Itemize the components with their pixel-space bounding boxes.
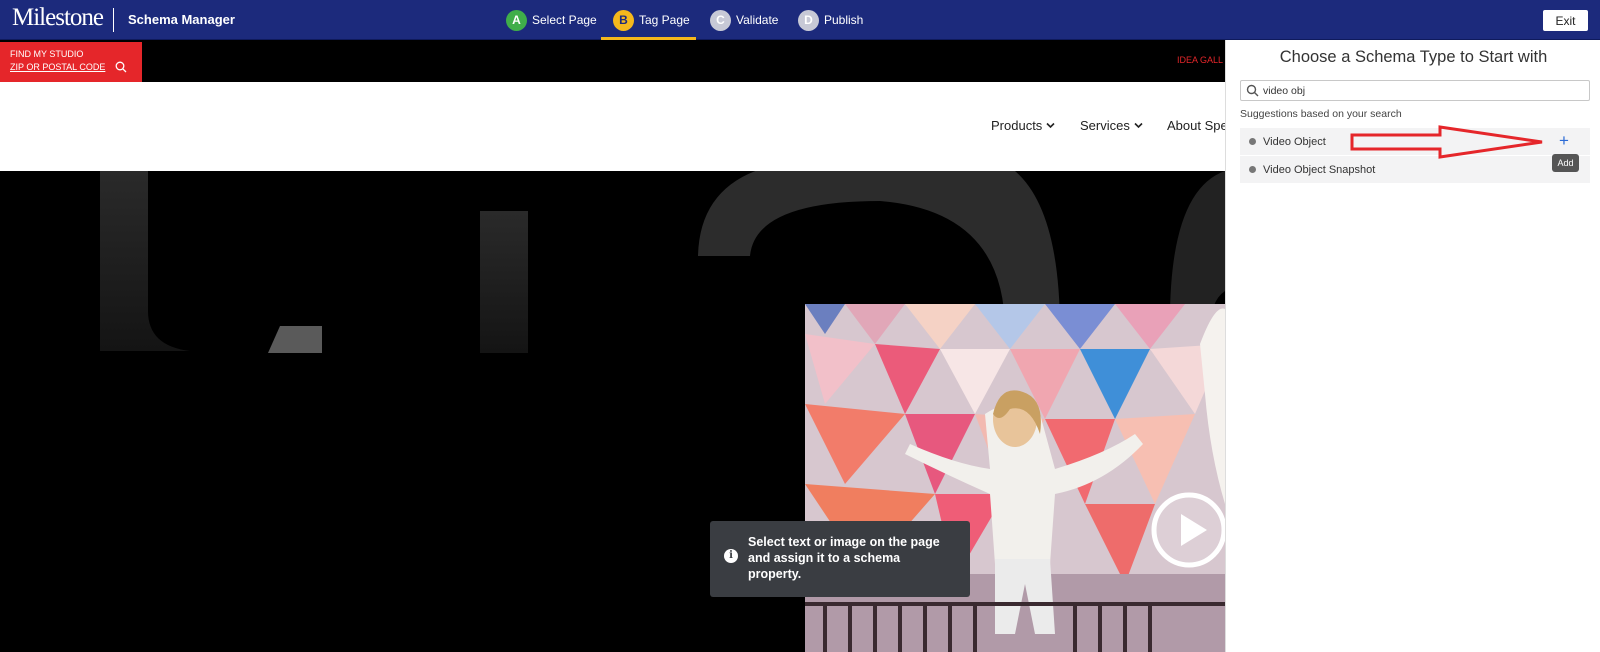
top-bar: Milestone Schema Manager A Select Page B…	[0, 0, 1600, 40]
find-studio-label: FIND MY STUDIO	[10, 49, 84, 59]
add-tooltip: Add	[1552, 154, 1579, 172]
nav-about[interactable]: About Spe	[1167, 118, 1225, 133]
schema-search-input[interactable]	[1263, 84, 1583, 97]
idea-gallery-link[interactable]: IDEA GALL	[1177, 55, 1223, 65]
panel-title: Choose a Schema Type to Start with	[1279, 48, 1548, 66]
add-schema-button[interactable]: +	[1555, 132, 1573, 150]
app-name: Schema Manager	[128, 12, 235, 27]
site-top-strip: FIND MY STUDIO ZIP OR POSTAL CODE IDEA G…	[0, 40, 1225, 82]
step-a-badge: A	[506, 9, 527, 31]
instruction-tooltip: i Select text or image on the page and a…	[710, 521, 970, 597]
suggestion-video-object-snapshot[interactable]: Video Object Snapshot	[1240, 156, 1590, 183]
exit-button[interactable]: Exit	[1543, 10, 1588, 31]
app-root: Milestone Schema Manager A Select Page B…	[0, 0, 1600, 652]
logo-divider	[113, 8, 114, 32]
bullet-icon	[1249, 166, 1256, 173]
schema-search-box[interactable]	[1240, 80, 1590, 101]
chevron-down-icon	[1046, 122, 1055, 129]
bullet-icon	[1249, 138, 1256, 145]
step-validate[interactable]: C Validate	[710, 0, 778, 40]
step-b-badge: B	[613, 9, 634, 31]
nav-products[interactable]: Products	[991, 118, 1055, 133]
step-b-label: Tag Page	[639, 13, 690, 27]
step-select-page[interactable]: A Select Page	[506, 0, 597, 40]
chevron-down-icon	[1134, 122, 1143, 129]
video-image	[805, 304, 1225, 652]
step-c-label: Validate	[736, 13, 779, 27]
search-icon[interactable]	[115, 61, 127, 73]
red-arrow-annotation	[1350, 125, 1543, 159]
nav-services-label: Services	[1080, 118, 1130, 133]
play-icon[interactable]	[1149, 490, 1225, 570]
step-tag-page[interactable]: B Tag Page	[601, 0, 696, 40]
suggestions-label: Suggestions based on your search	[1240, 108, 1402, 120]
info-icon: i	[724, 549, 738, 563]
nav-services[interactable]: Services	[1080, 118, 1143, 133]
hero-section[interactable]: i Select text or image on the page and a…	[0, 171, 1225, 652]
nav-about-label: About Spe	[1167, 118, 1225, 133]
zip-label: ZIP OR POSTAL CODE	[10, 62, 106, 72]
step-d-label: Publish	[824, 13, 864, 27]
nav-products-label: Products	[991, 118, 1043, 133]
instruction-text: Select text or image on the page and ass…	[748, 535, 940, 581]
step-a-label: Select Page	[532, 13, 597, 27]
find-studio-box[interactable]: FIND MY STUDIO ZIP OR POSTAL CODE	[0, 42, 142, 82]
step-publish[interactable]: D Publish	[798, 0, 863, 40]
site-nav: Products Services About Spe	[0, 82, 1225, 171]
suggestion-label: Video Object	[1263, 135, 1326, 148]
step-d-badge: D	[798, 9, 819, 31]
website-preview[interactable]: FIND MY STUDIO ZIP OR POSTAL CODE IDEA G…	[0, 40, 1225, 652]
zip-input-link[interactable]: ZIP OR POSTAL CODE	[10, 61, 142, 73]
search-icon	[1246, 84, 1259, 97]
suggestion-label: Video Object Snapshot	[1263, 163, 1376, 176]
milestone-logo: Milestone	[12, 4, 104, 31]
step-c-badge: C	[710, 9, 731, 31]
video-thumbnail[interactable]	[805, 304, 1225, 652]
